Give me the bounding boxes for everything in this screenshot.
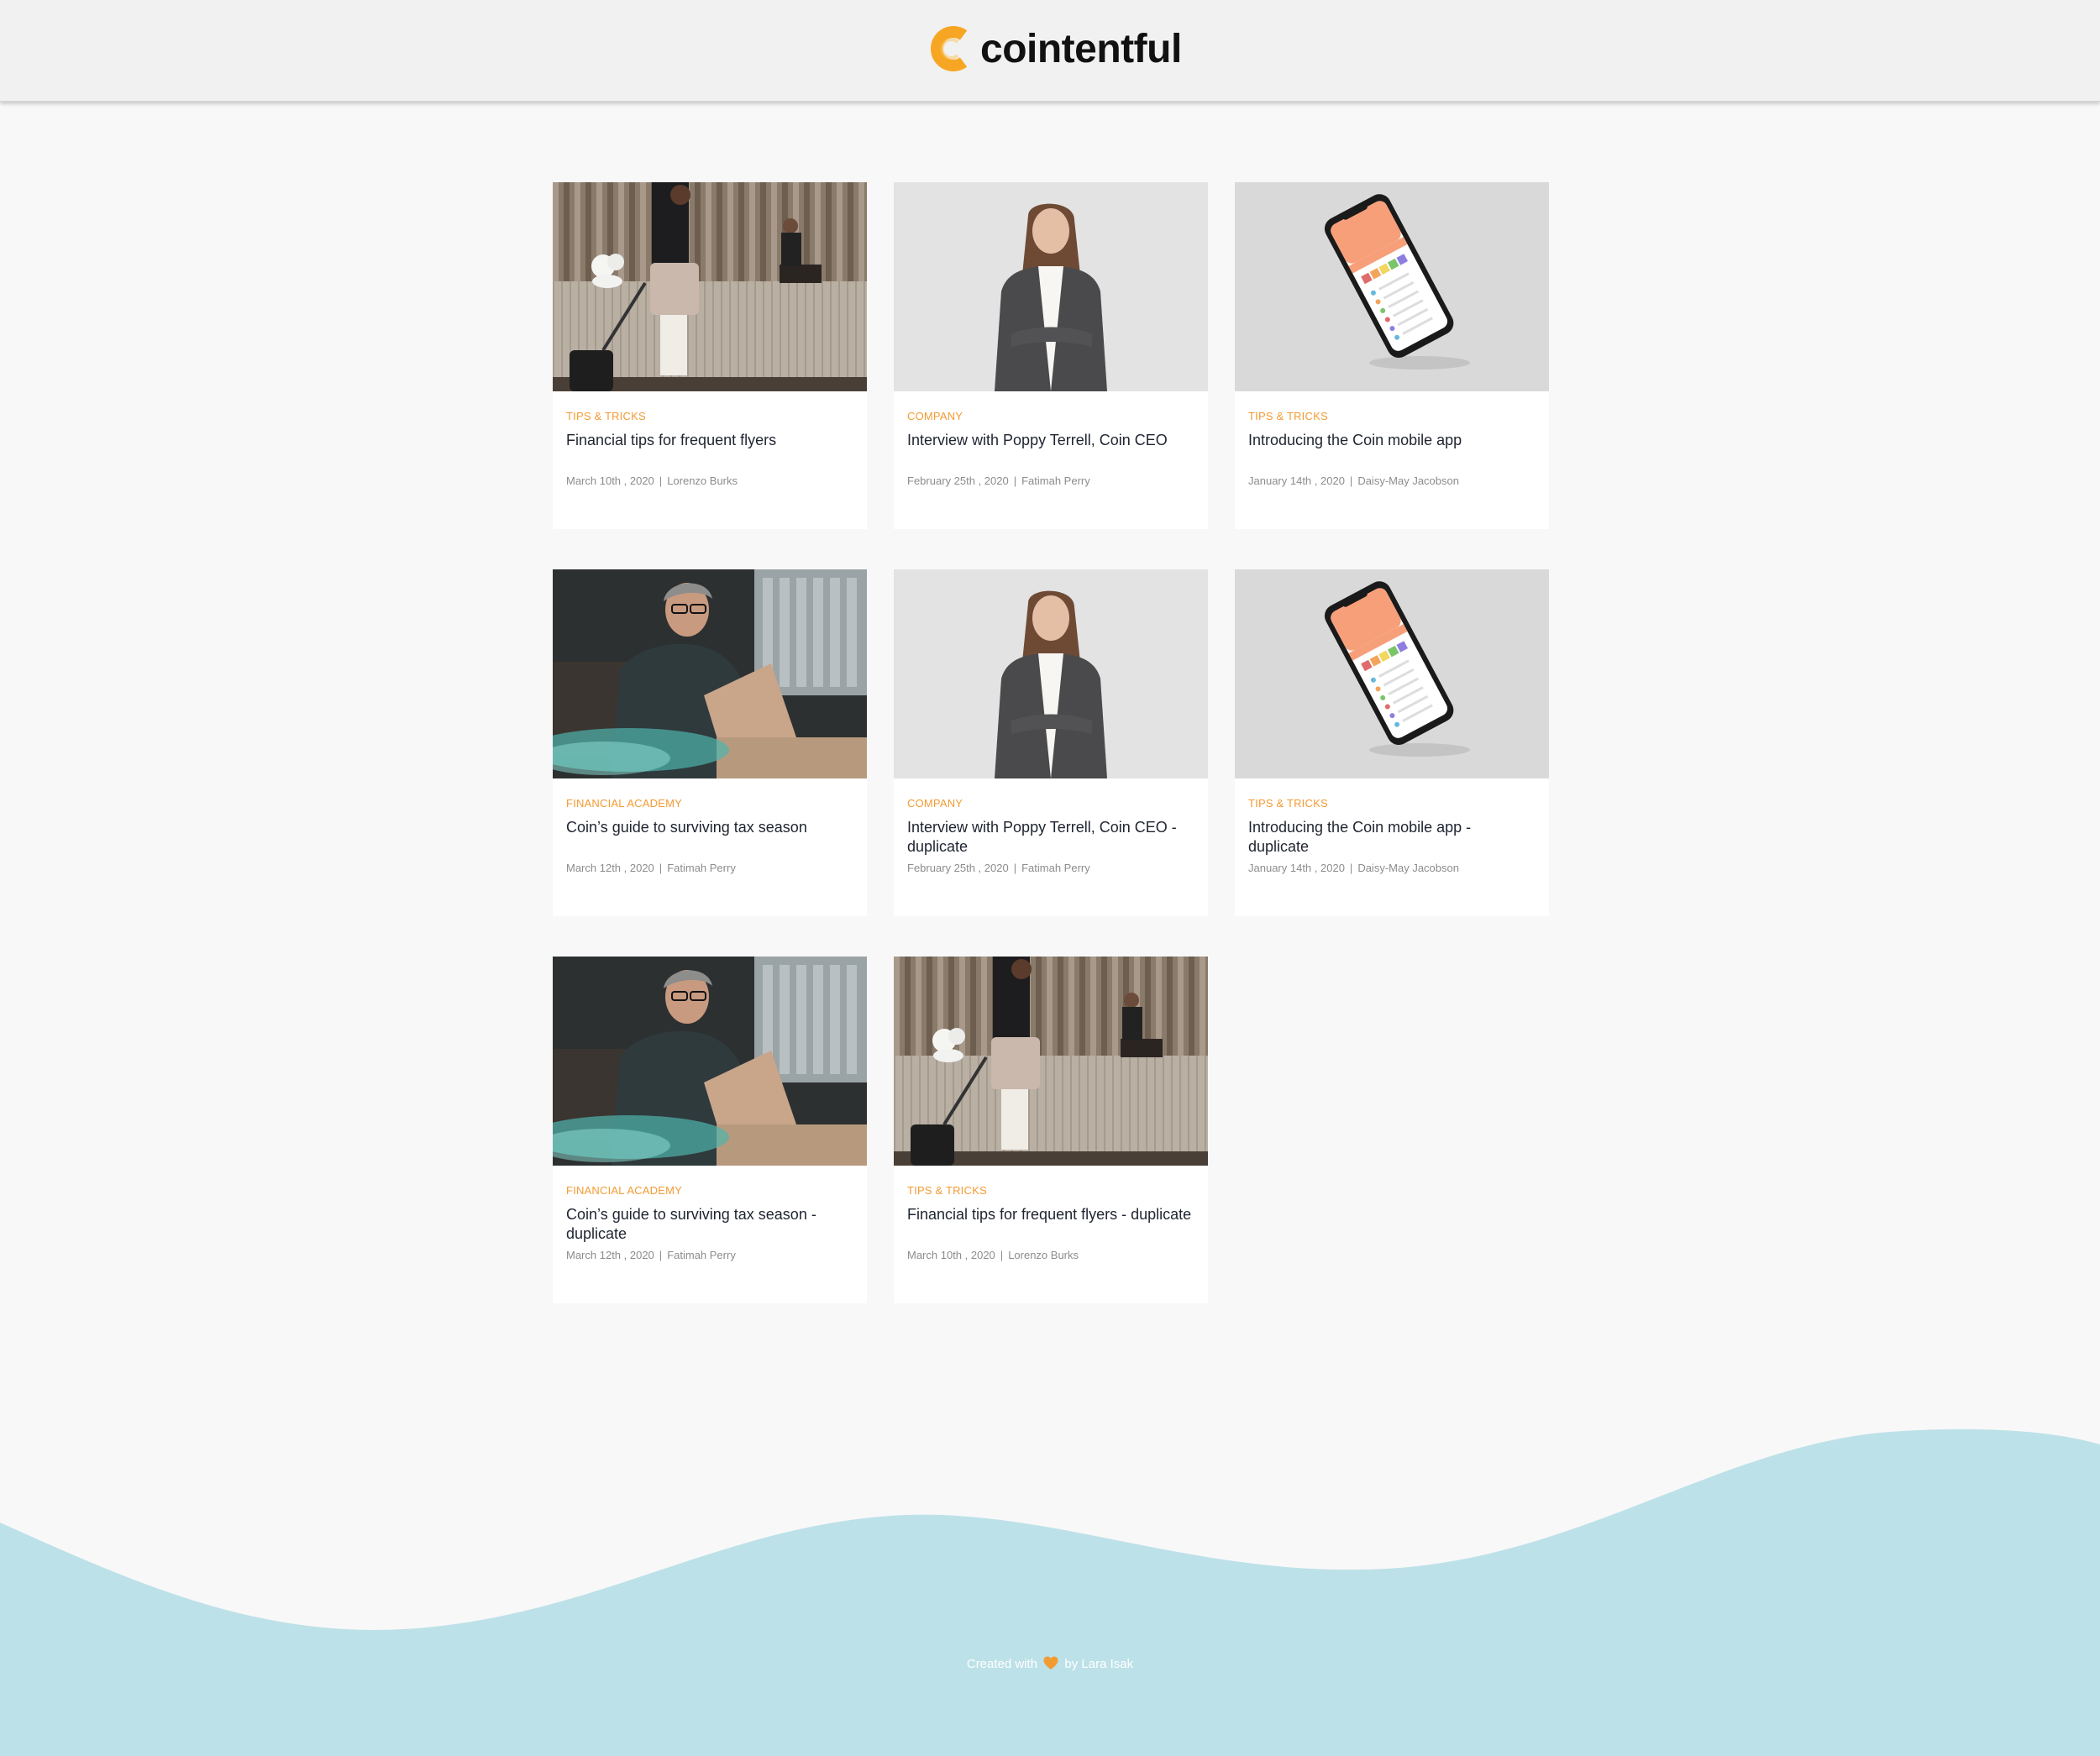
post-card-body: Tips & Tricks Introducing the Coin mobil… <box>1248 391 1536 529</box>
post-author: Lorenzo Burks <box>1008 1249 1079 1261</box>
heart-icon <box>1043 1656 1058 1670</box>
post-card-body: Tips & Tricks Financial tips for frequen… <box>566 391 853 529</box>
post-category: Financial Academy <box>566 1184 683 1197</box>
post-author: Lorenzo Burks <box>667 474 738 487</box>
meta-separator: | <box>1349 474 1353 487</box>
post-author: Daisy-May Jacobson <box>1357 862 1459 874</box>
post-card[interactable]: Tips & Tricks Introducing the Coin mobil… <box>1235 182 1549 529</box>
post-meta: February 25th , 2020 | Fatimah Perry <box>907 862 1090 874</box>
post-image <box>894 569 1208 778</box>
post-meta: January 14th , 2020 | Daisy-May Jacobson <box>1248 474 1459 487</box>
posts-grid: Tips & Tricks Financial tips for frequen… <box>553 182 1549 1303</box>
post-image <box>553 957 867 1166</box>
post-card-body: Company Interview with Poppy Terrell, Co… <box>907 391 1194 529</box>
mobile-app-illustration <box>1235 569 1549 778</box>
post-card-body: Tips & Tricks Introducing the Coin mobil… <box>1248 778 1536 916</box>
post-card[interactable]: Company Interview with Poppy Terrell, Co… <box>894 569 1208 916</box>
coin-c-logo-icon <box>931 26 968 71</box>
post-card[interactable]: Tips & Tricks Financial tips for frequen… <box>894 957 1208 1303</box>
post-category: Company <box>907 797 963 810</box>
meta-separator: | <box>1013 474 1017 487</box>
laptop-man-illustration <box>553 569 867 778</box>
post-date: March 12th , 2020 <box>566 1249 654 1261</box>
post-title: Financial tips for frequent flyers - dup… <box>907 1206 1192 1223</box>
post-card-body: Financial Academy Coin’s guide to surviv… <box>566 1166 853 1303</box>
post-title: Introducing the Coin mobile app - duplic… <box>1248 819 1472 855</box>
post-card[interactable]: Company Interview with Poppy Terrell, Co… <box>894 182 1208 529</box>
post-card[interactable]: Financial Academy Coin’s guide to surviv… <box>553 569 867 916</box>
post-image <box>894 182 1208 391</box>
post-meta: March 10th , 2020 | Lorenzo Burks <box>907 1249 1079 1261</box>
post-date: January 14th , 2020 <box>1248 862 1345 874</box>
post-title: Financial tips for frequent flyers <box>566 432 777 448</box>
brand-name: cointentful <box>980 26 1182 71</box>
meta-separator: | <box>659 474 663 487</box>
post-meta: March 10th , 2020 | Lorenzo Burks <box>566 474 738 487</box>
post-title: Coin’s guide to surviving tax season <box>566 819 807 836</box>
post-title: Interview with Poppy Terrell, Coin CEO <box>907 432 1168 448</box>
post-date: March 12th , 2020 <box>566 862 654 874</box>
footer-prefix: Created with <box>966 1657 1038 1671</box>
post-card-body: Financial Academy Coin’s guide to surviv… <box>566 778 853 916</box>
post-card[interactable]: Tips & Tricks Introducing the Coin mobil… <box>1235 569 1549 916</box>
post-date: March 10th , 2020 <box>907 1249 995 1261</box>
post-author: Daisy-May Jacobson <box>1357 474 1459 487</box>
post-image <box>1235 182 1549 391</box>
brand-logo-link[interactable]: cointentful <box>930 22 1182 76</box>
post-category: Company <box>907 410 963 422</box>
post-card[interactable]: Tips & Tricks Financial tips for frequen… <box>553 182 867 529</box>
footer-credit: Created with by Lara Isak <box>0 1656 2100 1671</box>
post-title: Coin’s guide to surviving tax season - d… <box>566 1206 816 1242</box>
post-category: Financial Academy <box>566 797 683 810</box>
post-date: February 25th , 2020 <box>907 862 1009 874</box>
post-category: Tips & Tricks <box>1248 410 1328 422</box>
ceo-portrait-illustration <box>894 569 1208 778</box>
meta-separator: | <box>659 862 663 874</box>
traveler-photo-illustration <box>894 957 1208 1166</box>
footer-wave <box>0 1428 2100 1756</box>
post-category: Tips & Tricks <box>566 410 646 422</box>
post-image <box>553 182 867 391</box>
ceo-portrait-illustration <box>894 182 1208 391</box>
mobile-app-illustration <box>1235 182 1549 391</box>
post-author: Fatimah Perry <box>1021 862 1090 874</box>
site-header: cointentful <box>0 0 2100 102</box>
post-author: Fatimah Perry <box>1021 474 1090 487</box>
post-author: Fatimah Perry <box>667 862 736 874</box>
post-category: Tips & Tricks <box>907 1184 987 1197</box>
post-date: February 25th , 2020 <box>907 474 1009 487</box>
post-card-body: Tips & Tricks Financial tips for frequen… <box>907 1166 1194 1303</box>
traveler-photo-illustration <box>553 182 867 391</box>
laptop-man-illustration <box>553 957 867 1166</box>
post-image <box>894 957 1208 1166</box>
post-image <box>1235 569 1549 778</box>
post-date: March 10th , 2020 <box>566 474 654 487</box>
meta-separator: | <box>1013 862 1017 874</box>
post-card[interactable]: Financial Academy Coin’s guide to surviv… <box>553 957 867 1303</box>
post-meta: March 12th , 2020 | Fatimah Perry <box>566 862 736 874</box>
post-title: Introducing the Coin mobile app <box>1248 432 1462 448</box>
post-title: Interview with Poppy Terrell, Coin CEO -… <box>907 819 1177 855</box>
post-image <box>553 569 867 778</box>
footer-suffix: by Lara Isak <box>1064 1657 1134 1671</box>
post-card-body: Company Interview with Poppy Terrell, Co… <box>907 778 1194 916</box>
post-meta: March 12th , 2020 | Fatimah Perry <box>566 1249 736 1261</box>
meta-separator: | <box>1349 862 1353 874</box>
meta-separator: | <box>659 1249 663 1261</box>
post-date: January 14th , 2020 <box>1248 474 1345 487</box>
post-meta: February 25th , 2020 | Fatimah Perry <box>907 474 1090 487</box>
meta-separator: | <box>1000 1249 1004 1261</box>
post-author: Fatimah Perry <box>667 1249 736 1261</box>
post-meta: January 14th , 2020 | Daisy-May Jacobson <box>1248 862 1459 874</box>
post-category: Tips & Tricks <box>1248 797 1328 810</box>
